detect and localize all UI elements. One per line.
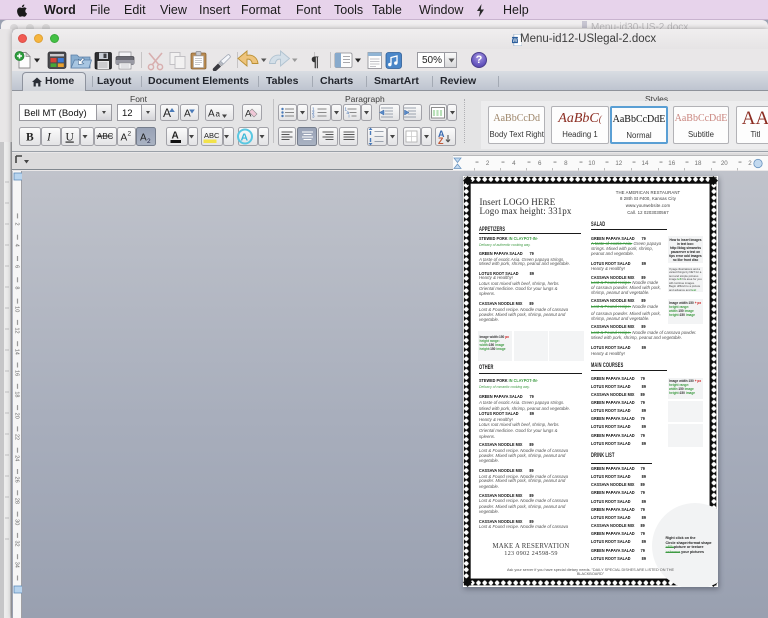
svg-text:2: 2 xyxy=(486,160,490,167)
svg-text:12: 12 xyxy=(13,327,19,333)
svg-text:30: 30 xyxy=(13,519,19,525)
svg-text:A: A xyxy=(172,131,179,142)
svg-text:3: 3 xyxy=(312,114,315,119)
svg-text:18: 18 xyxy=(695,160,702,167)
svg-text:18: 18 xyxy=(13,391,19,397)
svg-text:12: 12 xyxy=(615,160,622,167)
svg-text:2: 2 xyxy=(13,222,19,225)
svg-text:W: W xyxy=(512,37,518,43)
svg-text:4: 4 xyxy=(13,244,19,247)
svg-text:ABC: ABC xyxy=(97,132,114,141)
svg-text:Z: Z xyxy=(438,136,444,146)
svg-text:10: 10 xyxy=(588,160,595,167)
svg-text:16: 16 xyxy=(13,370,19,376)
svg-text:A: A xyxy=(140,133,147,144)
svg-text:¶: ¶ xyxy=(311,54,319,70)
svg-text:22: 22 xyxy=(13,434,19,440)
svg-text:A: A xyxy=(241,132,249,144)
svg-text:A: A xyxy=(121,133,128,144)
svg-text:U: U xyxy=(66,132,75,144)
svg-text:28: 28 xyxy=(13,498,19,504)
svg-text:32: 32 xyxy=(13,540,19,546)
svg-text:24: 24 xyxy=(13,455,19,461)
svg-text:14: 14 xyxy=(642,160,649,167)
svg-text:A: A xyxy=(163,106,171,120)
svg-text:8: 8 xyxy=(564,160,568,167)
svg-text:B: B xyxy=(26,132,34,144)
svg-text:6: 6 xyxy=(538,160,542,167)
svg-text:2: 2 xyxy=(128,131,132,138)
svg-text:I: I xyxy=(46,132,52,144)
svg-text:16: 16 xyxy=(668,160,675,167)
svg-text:10: 10 xyxy=(13,306,19,312)
svg-text:6: 6 xyxy=(13,265,19,268)
svg-text:2: 2 xyxy=(748,160,752,167)
svg-text:ABC: ABC xyxy=(204,131,220,140)
svg-text:8: 8 xyxy=(13,286,19,289)
svg-text:A: A xyxy=(208,109,215,120)
svg-text:a: a xyxy=(216,110,221,119)
svg-text:34: 34 xyxy=(13,562,19,568)
svg-text:14: 14 xyxy=(13,349,19,355)
svg-text:20: 20 xyxy=(721,160,728,167)
svg-text:20: 20 xyxy=(13,413,19,419)
svg-text:i: i xyxy=(348,114,349,119)
svg-text:2: 2 xyxy=(147,138,151,145)
svg-text:4: 4 xyxy=(512,160,516,167)
svg-text:26: 26 xyxy=(13,477,19,483)
